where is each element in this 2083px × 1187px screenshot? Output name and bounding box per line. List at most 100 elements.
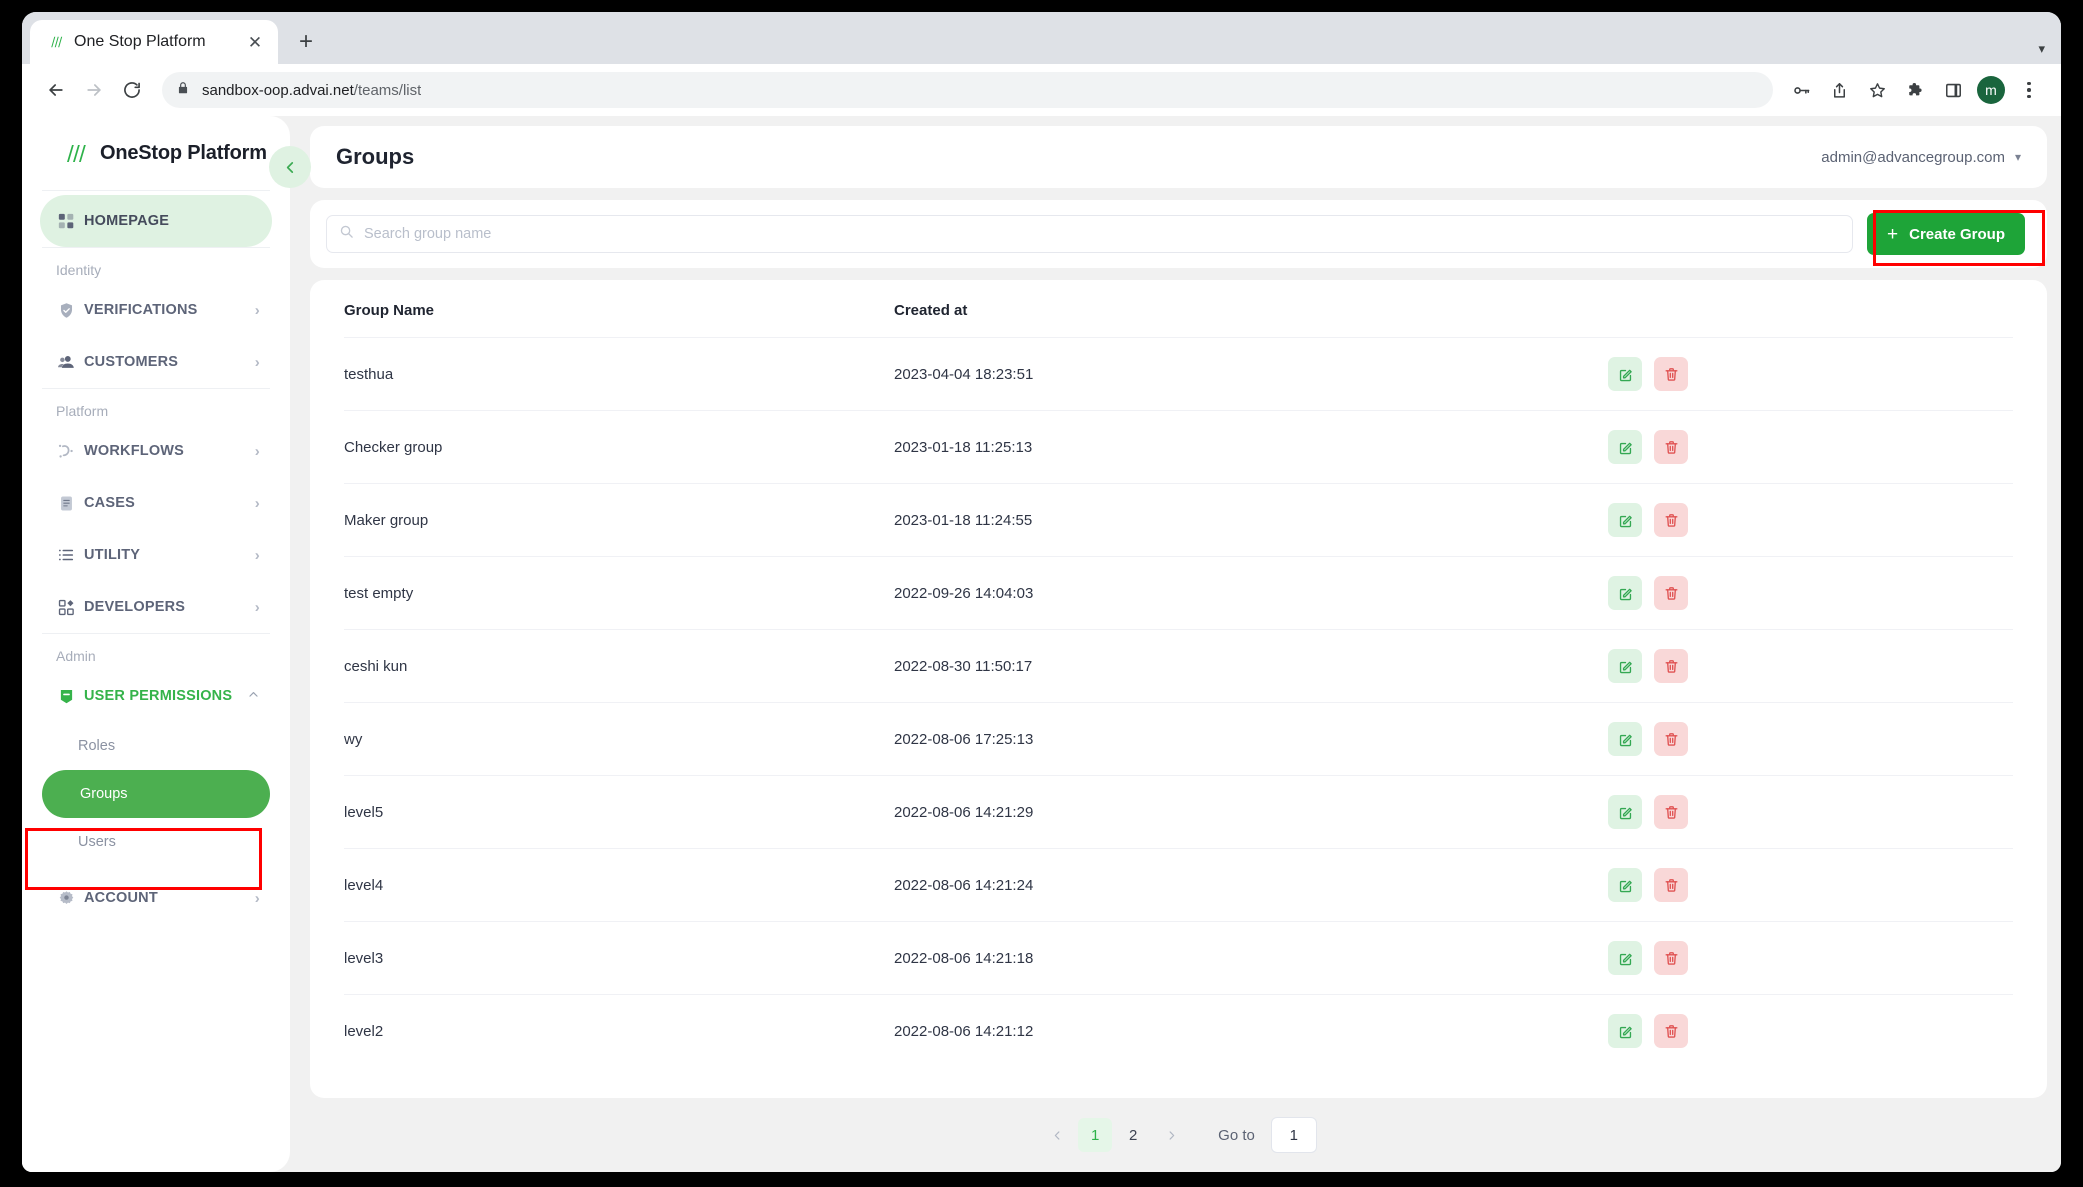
sidebar-section-platform: Platform — [56, 403, 109, 419]
column-header-group-name: Group Name — [344, 302, 435, 319]
people-icon — [56, 352, 76, 372]
sidebar-item-utility[interactable]: UTILITY › — [40, 529, 272, 581]
edit-pencil-icon[interactable] — [1608, 576, 1642, 610]
profile-avatar[interactable]: m — [1977, 76, 2005, 104]
chevron-up-icon — [247, 688, 260, 704]
search-input[interactable] — [364, 226, 1841, 242]
goto-page-input[interactable] — [1270, 1117, 1317, 1153]
sidebar-item-homepage[interactable]: HOMEPAGE — [40, 195, 272, 247]
sidebar-item-workflows[interactable]: WORKFLOWS › — [40, 425, 272, 477]
password-key-icon[interactable] — [1783, 72, 1819, 108]
tag-minus-icon — [56, 686, 76, 706]
sidebar-collapse-button[interactable] — [269, 146, 311, 188]
trash-bin-icon[interactable] — [1654, 795, 1688, 829]
trash-bin-icon[interactable] — [1654, 430, 1688, 464]
back-arrow-icon[interactable] — [38, 72, 74, 108]
cell-actions — [1593, 629, 2013, 703]
cell-group-name: level2 — [344, 994, 894, 1067]
cell-group-name: test empty — [344, 556, 894, 630]
sidebar-item-label: HOMEPAGE — [84, 213, 170, 229]
plus-icon: + — [1887, 223, 1899, 245]
trash-bin-icon[interactable] — [1654, 1014, 1688, 1048]
sidebar-item-user-permissions[interactable]: USER PERMISSIONS — [40, 670, 272, 722]
edit-pencil-icon[interactable] — [1608, 1014, 1642, 1048]
cell-created-at: 2022-08-06 17:25:13 — [894, 702, 1593, 776]
trash-bin-icon[interactable] — [1654, 357, 1688, 391]
cell-actions — [1593, 337, 2013, 411]
account-menu[interactable]: admin@advancegroup.com ▾ — [1821, 149, 2021, 166]
trash-bin-icon[interactable] — [1654, 503, 1688, 537]
pagination-next-button[interactable] — [1154, 1118, 1188, 1152]
edit-pencil-icon[interactable] — [1608, 941, 1642, 975]
sidebar-item-label: CUSTOMERS — [84, 354, 179, 370]
pagination-prev-button[interactable] — [1040, 1118, 1074, 1152]
address-bar-path: /teams/list — [353, 81, 422, 99]
address-bar-url: sandbox-oop.advai.net/teams/list — [202, 82, 421, 99]
new-tab-button[interactable]: + — [288, 24, 324, 60]
sidebar-item-verifications[interactable]: VERIFICATIONS › — [40, 284, 272, 336]
edit-pencil-icon[interactable] — [1608, 503, 1642, 537]
cell-actions — [1593, 410, 2013, 484]
sidebar-subitem-roles[interactable]: Roles — [40, 722, 272, 770]
trash-bin-icon[interactable] — [1654, 576, 1688, 610]
cell-created-at: 2023-04-04 18:23:51 — [894, 337, 1593, 411]
column-header-actions — [1593, 280, 2013, 338]
row-actions — [1593, 868, 2013, 902]
grid-squares-icon — [56, 211, 76, 231]
onestop-logo-icon — [46, 33, 64, 51]
cell-actions — [1593, 848, 2013, 922]
share-icon[interactable] — [1821, 72, 1857, 108]
gear-icon — [56, 888, 76, 908]
edit-pencil-icon[interactable] — [1608, 357, 1642, 391]
trash-bin-icon[interactable] — [1654, 649, 1688, 683]
extensions-puzzle-icon[interactable] — [1897, 72, 1933, 108]
cell-group-name: ceshi kun — [344, 629, 894, 703]
browser-tab-title: One Stop Platform — [74, 33, 206, 50]
row-actions — [1593, 1014, 2013, 1048]
row-actions — [1593, 430, 2013, 464]
create-group-button[interactable]: + Create Group — [1867, 213, 2025, 255]
side-panel-icon[interactable] — [1935, 72, 1971, 108]
chevron-right-icon: › — [254, 442, 260, 460]
sidebar-item-customers[interactable]: CUSTOMERS › — [40, 336, 272, 388]
kebab-menu-icon[interactable] — [2011, 72, 2047, 108]
edit-pencil-icon[interactable] — [1608, 722, 1642, 756]
chevron-down-icon[interactable]: ▾ — [2038, 42, 2045, 55]
pagination-page-2[interactable]: 2 — [1116, 1118, 1150, 1152]
trash-bin-icon[interactable] — [1654, 941, 1688, 975]
sidebar-item-cases[interactable]: CASES › — [40, 477, 272, 529]
cell-group-name: Maker group — [344, 483, 894, 557]
browser-tab[interactable]: One Stop Platform ✕ — [30, 20, 278, 64]
search-field-wrapper[interactable] — [326, 215, 1854, 253]
sidebar-item-developers[interactable]: DEVELOPERS › — [40, 581, 272, 633]
table-row: test empty 2022-09-26 14:04:03 — [344, 556, 2013, 630]
bookmark-star-icon[interactable] — [1859, 72, 1895, 108]
sidebar-section-identity: Identity — [56, 262, 102, 278]
brand-name: OneStop Platform — [100, 141, 267, 164]
pagination-page-1[interactable]: 1 — [1078, 1118, 1113, 1152]
table-row: level3 2022-08-06 14:21:18 — [344, 921, 2013, 995]
edit-pencil-icon[interactable] — [1608, 649, 1642, 683]
cell-group-name: level4 — [344, 848, 894, 922]
sidebar-item-account[interactable]: ACCOUNT › — [40, 872, 272, 924]
chevron-right-icon: › — [254, 353, 260, 371]
table-head: Group Name Created at — [344, 280, 2013, 338]
close-icon[interactable]: ✕ — [244, 31, 266, 53]
cell-actions — [1593, 556, 2013, 630]
trash-bin-icon[interactable] — [1654, 868, 1688, 902]
groups-table-card: Group Name Created at testhua 2023-04-04 … — [310, 280, 2047, 1098]
sidebar-divider — [42, 190, 270, 191]
sidebar-subitem-users[interactable]: Users — [40, 818, 272, 866]
trash-bin-icon[interactable] — [1654, 722, 1688, 756]
row-actions — [1593, 576, 2013, 610]
forward-arrow-icon[interactable] — [76, 72, 112, 108]
sidebar-item-label: VERIFICATIONS — [84, 302, 198, 318]
edit-pencil-icon[interactable] — [1608, 868, 1642, 902]
address-bar[interactable]: sandbox-oop.advai.net/teams/list — [162, 72, 1773, 108]
reload-icon[interactable] — [114, 72, 150, 108]
edit-pencil-icon[interactable] — [1608, 795, 1642, 829]
sidebar-subitem-groups[interactable]: Groups — [42, 770, 270, 818]
sidebar-item-label: USER PERMISSIONS — [84, 688, 233, 704]
table-row: testhua 2023-04-04 18:23:51 — [344, 337, 2013, 411]
edit-pencil-icon[interactable] — [1608, 430, 1642, 464]
